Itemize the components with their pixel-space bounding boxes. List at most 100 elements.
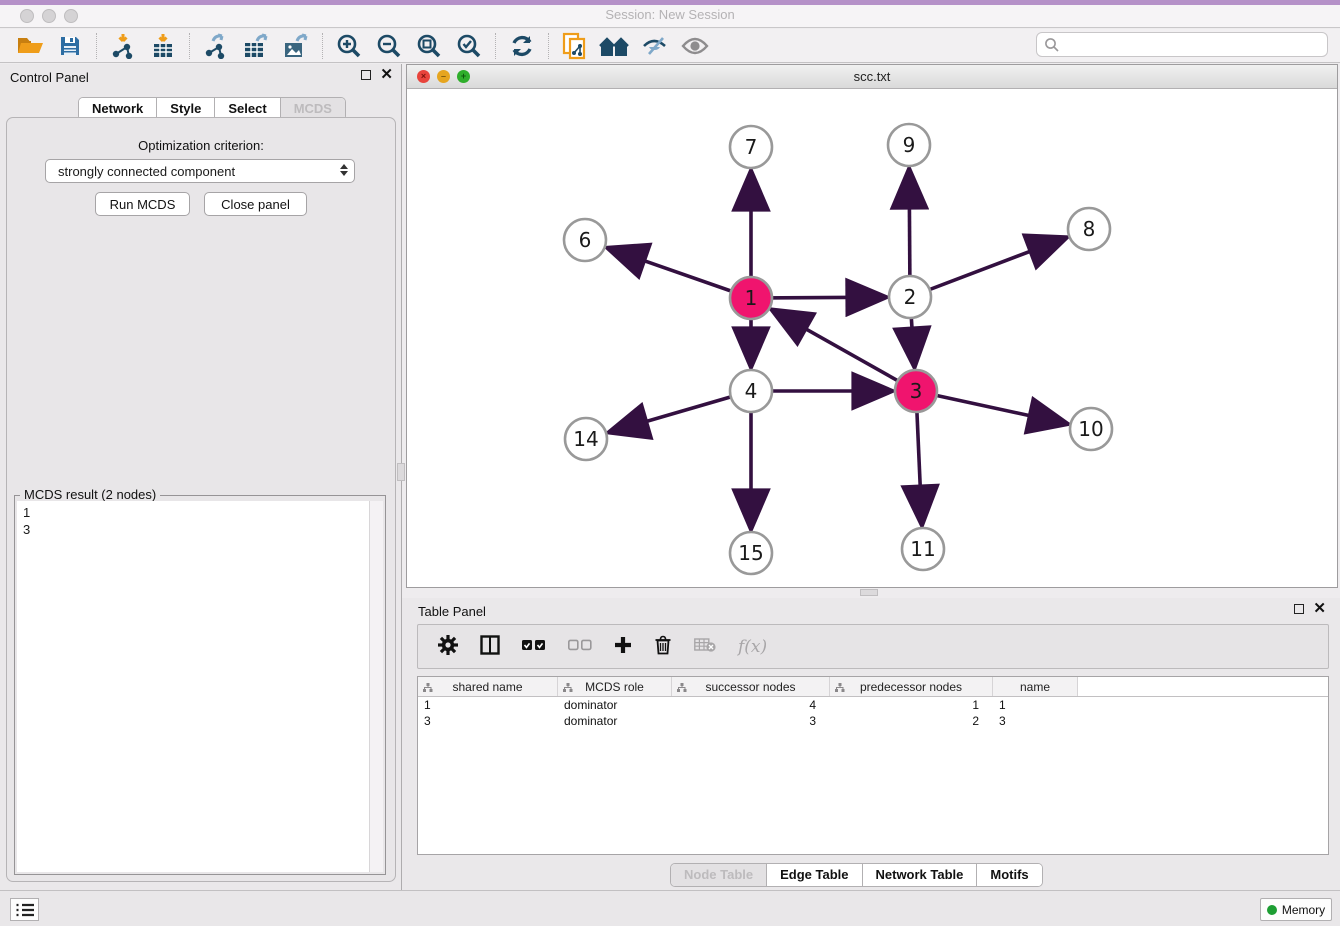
graph-edge[interactable] [609,248,751,298]
svg-text:9: 9 [903,133,916,157]
close-table-panel-icon[interactable]: ✕ [1313,604,1326,614]
optimization-criterion-label: Optimization criterion: [7,138,395,153]
svg-text:7: 7 [745,135,758,159]
column-header[interactable]: predecessor nodes [830,677,993,696]
column-header-label: name [1020,680,1050,694]
hierarchy-icon [835,682,845,696]
graph-edge[interactable] [773,310,916,391]
table-cell: 3 [993,713,1078,729]
close-panel-button[interactable]: Close panel [204,192,307,216]
toolbar-separator [322,33,323,59]
table-row[interactable]: 1dominator411 [418,697,1328,713]
svg-text:3: 3 [910,379,923,403]
graph-edge[interactable] [910,238,1066,297]
add-column-icon[interactable] [614,636,632,657]
hierarchy-icon [423,682,433,696]
delete-icon[interactable] [654,635,672,658]
column-header[interactable]: name [993,677,1078,696]
horizontal-splitter-handle[interactable] [860,589,878,596]
svg-text:14: 14 [573,427,598,451]
network-canvas-svg[interactable]: 7 9 6 8 1 2 4 3 14 10 15 11 [407,89,1337,587]
task-history-button[interactable] [10,898,39,921]
table-panel-title: Table Panel [418,604,486,619]
node-table[interactable]: shared name MCDS rolesuccessor nodesprede… [417,676,1329,855]
network-view-window: × – + scc.txt 7 9 6 8 1 2 4 3 14 10 15 11 [406,64,1338,588]
control-panel-title: Control Panel [10,70,89,85]
table-cell: dominator [558,697,672,713]
toolbar-separator [189,33,190,59]
criterion-selected-value: strongly connected component [58,164,235,179]
hide-selected-icon[interactable] [635,31,675,61]
column-header[interactable]: successor nodes [672,677,830,696]
hierarchy-icon [677,682,687,696]
tab-node-table[interactable]: Node Table [671,864,767,886]
graph-node[interactable]: 11 [902,528,944,570]
float-table-panel-icon[interactable] [1294,604,1304,614]
gear-icon[interactable] [438,635,458,658]
deselect-all-icon[interactable] [568,639,592,654]
float-panel-icon[interactable] [361,70,371,80]
graph-node[interactable]: 1 [730,277,772,319]
mcds-result-text[interactable]: 13 [17,501,369,872]
graph-node[interactable]: 15 [730,532,772,574]
graph-node[interactable]: 3 [895,370,937,412]
graph-node[interactable]: 10 [1070,408,1112,450]
apply-layout-icon[interactable] [502,31,542,61]
graph-node[interactable]: 7 [730,126,772,168]
memory-button[interactable]: Memory [1260,898,1332,921]
tab-network-table[interactable]: Network Table [863,864,978,886]
criterion-select[interactable]: strongly connected component [45,159,355,183]
show-all-icon[interactable] [675,31,715,61]
zoom-fit-icon[interactable] [409,31,449,61]
zoom-out-icon[interactable] [369,31,409,61]
table-row[interactable]: 3dominator323 [418,713,1328,729]
graph-node[interactable]: 4 [730,370,772,412]
search-icon [1044,37,1060,53]
zoom-selected-icon[interactable] [449,31,489,61]
table-header-row: shared name MCDS rolesuccessor nodesprede… [418,677,1328,697]
table-cell: 3 [418,713,558,729]
first-neighbors-icon[interactable] [595,31,635,61]
import-network-icon[interactable] [103,31,143,61]
tab-motifs[interactable]: Motifs [977,864,1041,886]
column-header[interactable]: shared name [418,677,558,696]
new-network-from-selection-icon[interactable] [555,31,595,61]
open-session-icon[interactable] [10,31,50,61]
status-bar: Memory [0,890,1340,926]
close-panel-icon[interactable]: ✕ [380,70,393,80]
table-toolbar: f(x) [417,624,1329,669]
export-image-icon[interactable] [276,31,316,61]
graph-node[interactable]: 14 [565,418,607,460]
graph-node[interactable]: 6 [564,219,606,261]
mcds-result-title: MCDS result (2 nodes) [20,487,160,502]
column-header-label: shared name [452,680,522,694]
graph-node[interactable]: 8 [1068,208,1110,250]
network-window-titlebar[interactable]: × – + scc.txt [407,65,1337,89]
memory-status-icon [1267,905,1277,915]
export-network-icon[interactable] [196,31,236,61]
svg-text:8: 8 [1083,217,1096,241]
zoom-in-icon[interactable] [329,31,369,61]
save-session-icon[interactable] [50,31,90,61]
select-stepper-icon [340,164,348,176]
list-icon [16,903,34,917]
memory-button-label: Memory [1282,903,1325,917]
import-table-icon[interactable] [143,31,183,61]
graph-edge[interactable] [916,391,1067,424]
graph-node[interactable]: 2 [889,276,931,318]
run-mcds-button[interactable]: Run MCDS [95,192,190,216]
mcds-result-scrollbar[interactable] [369,501,383,872]
svg-text:2: 2 [904,285,917,309]
mcds-result-line: 3 [23,521,367,538]
delete-table-icon[interactable] [694,637,716,656]
select-all-icon[interactable] [522,639,546,654]
search-input[interactable] [1036,32,1328,57]
tab-edge-table[interactable]: Edge Table [767,864,862,886]
graph-node[interactable]: 9 [888,124,930,166]
table-cell: 4 [672,697,830,713]
title-bar: Session: New Session [0,0,1340,28]
export-table-icon[interactable] [236,31,276,61]
column-header[interactable]: MCDS role [558,677,672,696]
split-pane-icon[interactable] [480,635,500,658]
vertical-splitter-handle[interactable] [397,463,405,481]
